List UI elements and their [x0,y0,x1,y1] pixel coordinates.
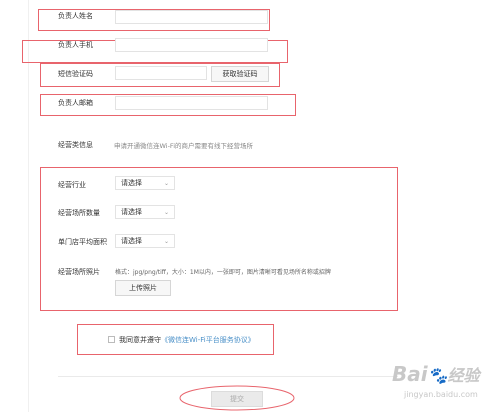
area-select[interactable]: 请选择 ⌄ [115,234,175,248]
agreement-prefix: 我同意并遵守 [119,336,161,344]
chevron-down-icon: ⌄ [163,209,169,216]
phone-input[interactable] [115,38,268,52]
photo-hint: 格式：jpg/png/tiff，大小：1M以内，一张即可，图片清晰可看见场所名称… [115,269,331,276]
upload-photo-button[interactable]: 上传照片 [115,280,171,296]
chevron-down-icon: ⌄ [163,238,169,245]
watermark-brand: Bai [392,362,428,386]
industry-select[interactable]: 请选择 ⌄ [115,176,175,190]
agreement-text: 我同意并遵守《微信连Wi-Fi平台服务协议》 [119,335,255,345]
divider [58,376,398,377]
venue-count-select[interactable]: 请选择 ⌄ [115,205,175,219]
agreement-link[interactable]: 《微信连Wi-Fi平台服务协议》 [161,336,255,344]
business-section-label: 经营类信息 [58,141,93,149]
venue-count-label: 经营场所数量 [58,209,100,217]
business-section-hint: 申请开通微信连Wi-Fi的商户需要有线下经营场所 [114,142,254,150]
sms-label: 短信验证码 [58,70,93,78]
watermark-brand2: 经验 [447,366,480,385]
email-input[interactable] [115,96,268,110]
venue-count-value: 请选择 [121,208,142,216]
watermark-logo: Bai🐾经验 [392,362,480,386]
chevron-down-icon: ⌄ [163,180,169,187]
agreement-checkbox[interactable] [108,336,115,343]
name-label: 负责人姓名 [58,12,93,20]
get-code-button[interactable]: 获取验证码 [211,66,269,82]
phone-label: 负责人手机 [58,41,93,49]
industry-label: 经营行业 [58,181,86,189]
sms-code-input[interactable] [115,66,207,80]
submit-button[interactable]: 提交 [211,391,263,407]
area-value: 请选择 [121,237,142,245]
area-label: 单门店平均面积 [58,238,107,246]
name-input[interactable] [115,10,268,24]
photo-label: 经营场所照片 [58,268,100,276]
industry-value: 请选择 [121,179,142,187]
watermark-url: jingyan.baidu.com [404,390,478,399]
email-label: 负责人邮箱 [58,99,93,107]
paw-icon: 🐾 [427,366,448,385]
